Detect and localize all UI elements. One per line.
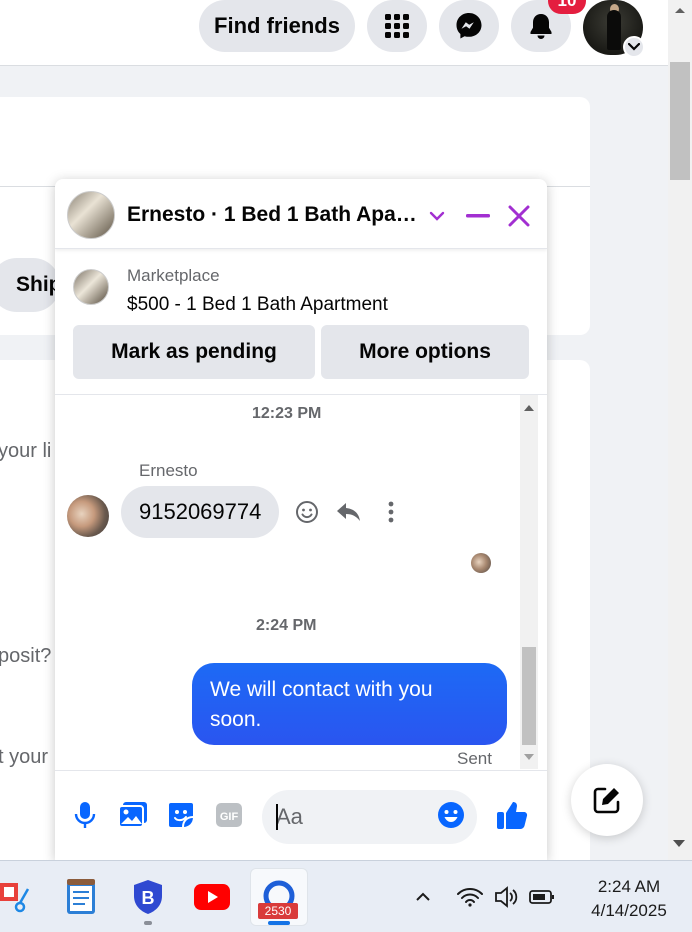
page-scrollbar-thumb[interactable]: [670, 62, 690, 180]
more-options-button[interactable]: More options: [321, 325, 529, 379]
listing-thumbnail[interactable]: [73, 269, 109, 305]
top-navigation-bar: Find friends 10: [0, 0, 668, 66]
marketplace-label: Marketplace: [127, 266, 220, 285]
svg-text:GIF: GIF: [220, 811, 239, 823]
marketplace-listing-panel: Marketplace $500 - 1 Bed 1 Bath Apartmen…: [55, 257, 547, 397]
timestamp: 2:24 PM: [256, 617, 317, 634]
taskbar-youtube[interactable]: [190, 875, 234, 919]
bell-icon: [530, 14, 552, 39]
minimize-chat-button[interactable]: [463, 201, 493, 231]
menu-grid-button[interactable]: [367, 0, 427, 52]
snipping-tool-icon: [0, 883, 30, 913]
avatar-body: [607, 10, 621, 50]
page-scrollbar[interactable]: [668, 0, 692, 860]
compose-icon: [593, 787, 620, 814]
show-hidden-icons-button[interactable]: [401, 875, 445, 919]
battery-button[interactable]: [520, 875, 564, 919]
svg-text:B: B: [142, 888, 155, 908]
microphone-icon: [74, 802, 96, 828]
speaker-icon: [495, 886, 518, 908]
running-indicator: [144, 921, 152, 925]
sender-avatar[interactable]: [67, 495, 109, 537]
more-vertical-icon: [388, 501, 394, 523]
reply-button[interactable]: [335, 498, 363, 526]
background-text-2: posit?: [0, 645, 52, 667]
minimize-icon: [466, 214, 490, 218]
gif-icon: GIF: [216, 803, 242, 827]
taskbar-app-badge: 2530: [258, 903, 298, 919]
listing-title[interactable]: $500 - 1 Bed 1 Bath Apartment: [127, 294, 388, 316]
gif-button[interactable]: GIF: [213, 799, 245, 831]
incoming-message-bubble[interactable]: 9152069774: [121, 486, 280, 538]
voice-clip-button[interactable]: [69, 799, 101, 831]
react-button[interactable]: [293, 498, 321, 526]
chat-header: Ernesto · 1 Bed 1 Bath Apartment: [55, 179, 547, 249]
messenger-button[interactable]: [439, 0, 499, 52]
message-more-button[interactable]: [377, 498, 405, 526]
thumbs-up-icon: [497, 802, 528, 829]
messenger-icon: [456, 13, 482, 39]
scroll-up-arrow-icon: [675, 8, 685, 13]
notifications-badge: 10: [548, 0, 586, 14]
sender-name: Ernesto: [139, 461, 198, 480]
scroll-down-arrow-icon: [524, 754, 534, 760]
sticker-icon: [169, 803, 194, 828]
taskbar-vpn-app[interactable]: B: [126, 875, 170, 919]
message-composer: GIF: [55, 770, 547, 860]
attach-photo-button[interactable]: [117, 799, 149, 831]
mark-as-pending-button[interactable]: Mark as pending: [73, 325, 315, 379]
outgoing-message-bubble[interactable]: We will contact with you soon.: [192, 663, 507, 745]
sent-status: Sent: [457, 749, 492, 768]
new-message-button[interactable]: [571, 764, 643, 836]
wifi-icon: [457, 888, 483, 907]
reply-icon: [337, 503, 360, 521]
scroll-up-arrow-icon: [524, 405, 534, 411]
chevron-down-icon: [628, 43, 640, 51]
youtube-icon: [194, 884, 230, 910]
chat-window: Ernesto · 1 Bed 1 Bath Apartment Marketp…: [55, 179, 547, 860]
ship-button[interactable]: Ship: [0, 258, 62, 312]
text-cursor: [276, 804, 278, 830]
emoji-button[interactable]: [435, 799, 467, 831]
chat-avatar[interactable]: [67, 191, 115, 239]
scroll-down-arrow-icon: [673, 840, 685, 847]
close-chat-button[interactable]: [503, 200, 535, 232]
send-like-button[interactable]: [496, 799, 528, 831]
find-friends-button[interactable]: Find friends: [199, 0, 355, 52]
account-menu-chevron[interactable]: [623, 36, 645, 58]
timestamp: 12:23 PM: [252, 405, 322, 422]
grid-icon: [385, 14, 409, 38]
clock-time: 2:24 AM: [597, 877, 661, 896]
chevron-up-icon: [416, 892, 430, 901]
emoji-icon: [438, 802, 464, 828]
battery-icon: [529, 890, 554, 904]
taskbar-app-1[interactable]: [0, 875, 38, 919]
smiley-icon: [296, 501, 318, 523]
close-icon: [508, 205, 530, 227]
notepad-icon: [67, 879, 95, 914]
chat-options-button[interactable]: [425, 204, 449, 228]
message-list: 12:23 PM Ernesto 9152069774 2:24 PM We w…: [55, 395, 520, 769]
system-clock[interactable]: 2:24 AM 4/14/2025: [574, 875, 684, 923]
message-scrollbar-thumb[interactable]: [522, 647, 536, 745]
chevron-down-icon: [429, 211, 445, 221]
active-indicator: [268, 921, 290, 925]
windows-taskbar: B 2530 2:24 AM 4/14/2025: [0, 860, 692, 932]
seen-by-avatar: [471, 553, 491, 573]
sticker-button[interactable]: [165, 799, 197, 831]
clock-date: 4/14/2025: [591, 901, 667, 920]
background-text-3: t your: [0, 746, 49, 768]
message-scrollbar[interactable]: [520, 395, 538, 769]
shield-b-icon: B: [134, 880, 162, 914]
taskbar-notepad[interactable]: [59, 875, 103, 919]
chat-title[interactable]: Ernesto · 1 Bed 1 Bath Apartment: [127, 203, 422, 227]
photo-icon: [118, 802, 147, 828]
background-text-1: your li: [0, 440, 52, 462]
